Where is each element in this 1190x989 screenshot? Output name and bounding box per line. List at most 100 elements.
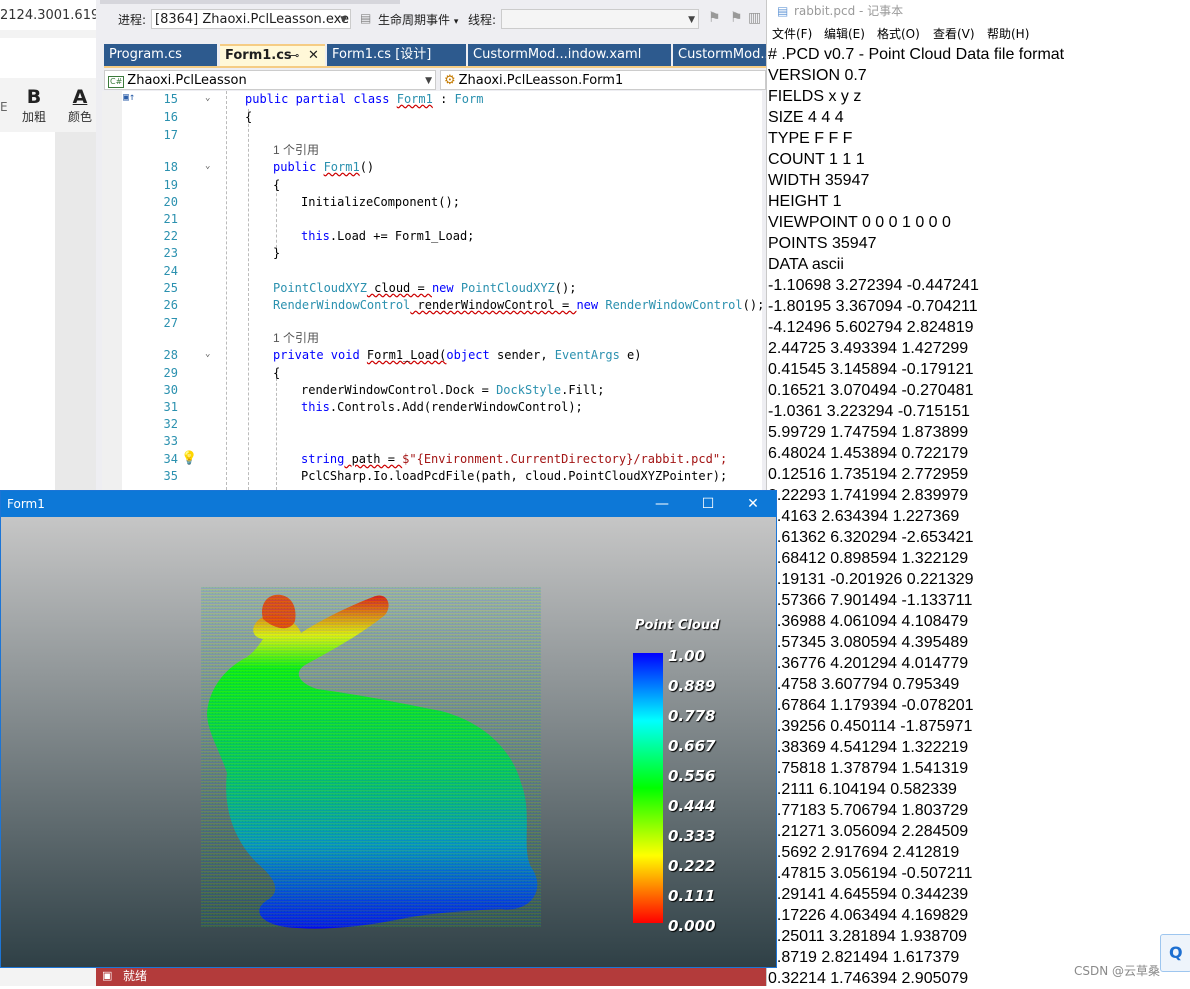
scalar-bar-label: 0.333 [668, 827, 716, 845]
code-line: private void Form1_Load(object sender, E… [273, 348, 642, 362]
chevron-down-icon: ▼ [425, 76, 432, 86]
menu-file[interactable]: 文件(F) [772, 24, 812, 44]
menu-help[interactable]: 帮助(H) [987, 24, 1029, 44]
scalar-bar [633, 653, 663, 923]
text-line: VERSION 0.7 [768, 67, 867, 84]
text-line: 0.41545 3.145894 -0.179121 [768, 361, 974, 378]
line-number: 22 [163, 229, 178, 243]
scalar-bar-label: 0.111 [668, 887, 716, 905]
form1-title-bar[interactable]: Form1 — ☐ ✕ [1, 491, 776, 517]
reference-codelens[interactable]: 1 个引用 [273, 141, 319, 158]
scalar-bar-label: 0.889 [668, 677, 716, 695]
reference-codelens[interactable]: 1 个引用 [273, 329, 319, 346]
rabbit-dot-texture [201, 587, 541, 927]
code-line: RenderWindowControl renderWindowControl … [273, 298, 764, 312]
close-button[interactable]: ✕ [730, 491, 776, 517]
line-number: 34 [163, 452, 178, 466]
close-icon[interactable]: ✕ [308, 46, 319, 66]
chevron-down-icon: ▾ [453, 17, 459, 27]
font-color-button[interactable]: A 颜色 [68, 86, 92, 125]
text-line: 0.16521 3.070494 -0.270481 [768, 382, 974, 399]
text-line: 2.25011 3.281894 1.938709 [768, 928, 968, 945]
text-line: 6.48024 1.453894 0.722179 [768, 445, 969, 462]
search-icon: Q [1169, 943, 1183, 962]
tab-window-cs[interactable]: CustormMod... [673, 44, 766, 66]
project-value: Zhaoxi.PclLeasson [127, 73, 247, 88]
notepad-text-area[interactable]: # .PCD v0.7 - Point Cloud Data file form… [768, 44, 1190, 989]
thread-combo[interactable]: ▼ [501, 9, 699, 29]
code-token: PointCloudXYZ [273, 281, 367, 295]
bold-button[interactable]: B 加粗 [22, 86, 46, 125]
render-viewport[interactable]: Point Cloud 1.00 0.889 0.778 0.667 0.556… [1, 517, 776, 967]
document-page [0, 132, 55, 492]
code-editor[interactable]: ▣↑ 15 16 17 18 19 20 21 22 23 24 25 26 2… [102, 91, 764, 490]
process-value: [8364] Zhaoxi.PclLeasson.exe [155, 12, 349, 27]
scalar-bar-label: 0.444 [668, 797, 716, 815]
text-line: 3.21271 3.056094 2.284509 [768, 823, 969, 840]
document-header-band [0, 38, 96, 78]
bold-icon: B [26, 86, 42, 108]
tab-program-cs[interactable]: Program.cs [104, 44, 217, 66]
rabbit-point-cloud [201, 587, 541, 929]
code-line: public Form1() [273, 160, 374, 174]
status-text: 就绪 [123, 969, 148, 983]
lifecycle-icon: ▤ [360, 11, 372, 25]
menu-edit[interactable]: 编辑(E) [824, 24, 865, 44]
text-line: WIDTH 35947 [768, 172, 870, 189]
text-line: 4.4163 2.634394 1.227369 [768, 508, 960, 525]
menu-format[interactable]: 格式(O) [877, 24, 920, 44]
tab-form1-designer[interactable]: Form1.cs [设计] [327, 44, 466, 66]
code-token: Form [454, 92, 484, 106]
project-combo[interactable]: C# Zhaoxi.PclLeasson ▼ [104, 70, 436, 90]
code-token: path = [344, 452, 403, 466]
line-number: 21 [163, 212, 178, 226]
line-number: 29 [163, 366, 178, 380]
filter-icon[interactable]: ⚑ [730, 10, 743, 26]
flag-icon[interactable]: ⚑ [708, 10, 721, 26]
minimize-button[interactable]: — [639, 491, 685, 517]
maximize-button[interactable]: ☐ [685, 491, 731, 517]
lightbulb-icon[interactable]: 💡 [181, 451, 197, 466]
floating-search-button[interactable]: Q [1160, 934, 1190, 972]
tab-form1-cs[interactable]: Form1.cs ⊸ ✕ [220, 44, 325, 66]
version-strip: 2124.3001.619 [0, 0, 99, 30]
type-combo[interactable]: ⚙ Zhaoxi.PclLeasson.Form1 [440, 70, 766, 90]
code-token: private void [273, 348, 367, 362]
code-token: object [446, 348, 490, 362]
debug-toolbar: 进程: [8364] Zhaoxi.PclLeasson.exe ▼ ▤ 生命周… [96, 0, 766, 40]
menu-view[interactable]: 查看(V) [933, 24, 975, 44]
form1-title: Form1 [7, 497, 45, 511]
tab-label: Form1.cs [设计] [332, 47, 432, 62]
process-combo[interactable]: [8364] Zhaoxi.PclLeasson.exe ▼ [151, 9, 351, 29]
lifecycle-events-dropdown[interactable]: 生命周期事件 ▾ [378, 11, 458, 28]
font-color-icon: A [72, 86, 88, 108]
text-line: 5.36776 4.201294 4.014779 [768, 655, 969, 672]
code-line: this.Controls.Add(renderWindowControl); [301, 400, 583, 414]
text-line: POINTS 35947 [768, 235, 877, 252]
text-line: -1.80195 3.367094 -0.704211 [768, 298, 978, 315]
code-token: DockStyle [496, 383, 562, 397]
text-line: TYPE F F F [768, 130, 853, 147]
text-line: 3.39256 0.450114 -1.875971 [768, 718, 973, 735]
collapse-icon[interactable]: ⌄ [205, 161, 210, 171]
indent-guide [248, 109, 249, 490]
tab-window-xaml[interactable]: CustormMod...indow.xaml [468, 44, 671, 66]
line-number: 35 [163, 469, 178, 483]
scalar-bar-gradient [633, 653, 663, 923]
chevron-down-icon: ▼ [340, 15, 347, 25]
pin-icon[interactable]: ⊸ [290, 46, 299, 66]
line-number: 31 [163, 400, 178, 414]
text-line: 2.44725 3.493394 1.427299 [768, 340, 969, 357]
stack-icon[interactable]: ▥ [748, 10, 761, 26]
csharp-icon: C# [108, 76, 125, 88]
scalar-bar-label: 0.667 [668, 737, 716, 755]
collapse-icon[interactable]: ⌄ [205, 349, 210, 359]
scalar-bar-label: 0.778 [668, 707, 716, 725]
text-line: VIEWPOINT 0 0 0 1 0 0 0 [768, 214, 951, 231]
code-token: : [432, 92, 455, 106]
text-line: 4.4758 3.607794 0.795349 [768, 676, 960, 693]
text-line: 1.19131 -0.201926 0.221329 [768, 571, 974, 588]
code-token: public [273, 160, 324, 174]
code-token: $"{Environment.CurrentDirectory}/rabbit.… [402, 452, 728, 466]
collapse-icon[interactable]: ⌄ [205, 93, 210, 103]
